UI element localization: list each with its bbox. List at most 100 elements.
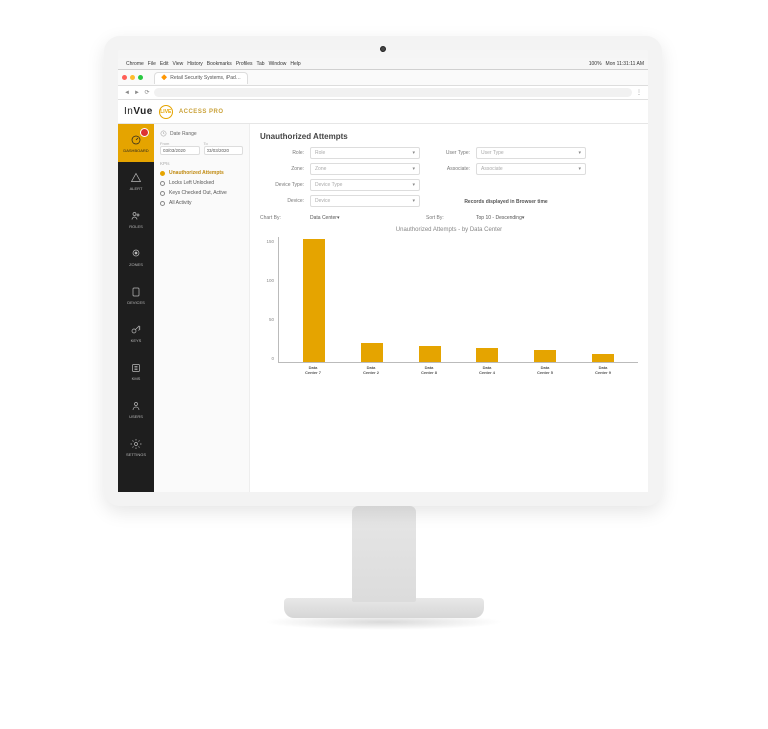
live-badge: LIVE xyxy=(159,105,173,119)
chevron-down-icon: ▾ xyxy=(412,150,415,156)
mac-menu-file[interactable]: File xyxy=(148,61,156,67)
chevron-down-icon: ▾ xyxy=(412,166,415,172)
key-icon xyxy=(130,324,142,336)
x-tick: Data Center 5 xyxy=(534,365,556,377)
mac-app-name[interactable]: Chrome xyxy=(126,61,144,67)
browser-menu-icon[interactable]: ⋮ xyxy=(636,90,642,96)
sidebar-item-dashboard[interactable]: DASHBOARD xyxy=(118,124,154,162)
kpi-unauthorized-attempts[interactable]: Unauthorized Attempts xyxy=(160,170,243,176)
associate-select[interactable]: Associate▾ xyxy=(476,163,586,175)
sidebar-item-alert[interactable]: ALERT xyxy=(118,162,154,200)
app-header: InVue LIVE ACCESS PRO xyxy=(118,100,648,124)
kpi-label: Keys Checked Out, Active xyxy=(169,190,227,196)
chart-by-label: Chart By: xyxy=(260,215,304,221)
associate-label: Associate: xyxy=(426,166,470,172)
to-date-input[interactable] xyxy=(204,146,244,155)
gear-icon xyxy=(130,438,142,450)
chevron-down-icon: ▾ xyxy=(412,198,415,204)
sidebar-item-label: ROLES xyxy=(129,224,143,229)
chevron-down-icon: ▾ xyxy=(412,182,415,188)
mac-menu-profiles[interactable]: Profiles xyxy=(236,61,253,67)
sort-by-select[interactable]: Top 10 - Descending▾ xyxy=(476,215,586,221)
chevron-down-icon: ▾ xyxy=(522,215,525,221)
users-icon xyxy=(130,400,142,412)
screen: Chrome File Edit View History Bookmarks … xyxy=(118,58,648,492)
role-label: Role: xyxy=(260,150,304,156)
dashboard-icon xyxy=(130,134,142,146)
app-body: DASHBOARD ALERT ROLES ZONES DEVICES xyxy=(118,124,648,492)
user-type-select[interactable]: User Type▾ xyxy=(476,147,586,159)
sidebar-item-users[interactable]: USERS xyxy=(118,390,154,428)
x-tick: Data Center 9 xyxy=(592,365,614,377)
zone-select[interactable]: Zone▾ xyxy=(310,163,420,175)
traffic-light-close[interactable] xyxy=(122,75,127,80)
chevron-down-icon: ▾ xyxy=(578,166,581,172)
sidebar-item-kms[interactable]: KMS xyxy=(118,352,154,390)
mac-menu-edit[interactable]: Edit xyxy=(160,61,169,67)
x-tick: Data Center 7 xyxy=(302,365,324,377)
chevron-down-icon: ▾ xyxy=(337,215,340,221)
kpi-locks-left-unlocked[interactable]: Locks Left Unlocked xyxy=(160,180,243,186)
x-axis: Data Center 7 Data Center 2 Data Center 8 D… xyxy=(278,365,638,377)
sidebar-item-roles[interactable]: ROLES xyxy=(118,200,154,238)
y-tick: 50 xyxy=(269,317,274,322)
sidebar-item-devices[interactable]: DEVICES xyxy=(118,276,154,314)
date-range-header: Date Range xyxy=(160,130,243,137)
y-tick: 0 xyxy=(271,356,274,361)
radio-icon xyxy=(160,171,165,176)
chart-bar[interactable] xyxy=(303,239,325,362)
mac-menu-bookmarks[interactable]: Bookmarks xyxy=(207,61,232,67)
x-tick: Data Center 4 xyxy=(476,365,498,377)
address-bar[interactable] xyxy=(154,88,632,97)
battery-indicator: 100% xyxy=(589,61,602,67)
chart-bar[interactable] xyxy=(534,350,556,363)
sidebar-item-label: SETTINGS xyxy=(126,452,146,457)
kpi-all-activity[interactable]: All Activity xyxy=(160,200,243,206)
alert-icon xyxy=(130,172,142,184)
nav-back-icon[interactable]: ◄ xyxy=(124,90,130,96)
kpi-label: Unauthorized Attempts xyxy=(169,170,224,176)
chart-plot-area xyxy=(278,237,638,363)
mac-menu-help[interactable]: Help xyxy=(290,61,300,67)
nav-reload-icon[interactable]: ⟳ xyxy=(144,90,150,96)
timezone-note: Records displayed in Browser time xyxy=(426,197,586,205)
filter-grid: Role: Role▾ User Type: User Type▾ Zone: … xyxy=(260,147,638,207)
sidebar-item-zones[interactable]: ZONES xyxy=(118,238,154,276)
mac-menu-window[interactable]: Window xyxy=(269,61,287,67)
device-type-select[interactable]: Device Type▾ xyxy=(310,179,420,191)
monitor-stand-neck xyxy=(352,506,416,602)
chart-bar[interactable] xyxy=(476,348,498,362)
chart-by-select[interactable]: Data Center▾ xyxy=(310,215,420,221)
traffic-light-minimize[interactable] xyxy=(130,75,135,80)
device-select[interactable]: Device▾ xyxy=(310,195,420,207)
mac-menu-view[interactable]: View xyxy=(172,61,183,67)
page-title: Unauthorized Attempts xyxy=(260,132,638,141)
mac-menu-tab[interactable]: Tab xyxy=(257,61,265,67)
x-tick: Data Center 8 xyxy=(418,365,440,377)
traffic-light-zoom[interactable] xyxy=(138,75,143,80)
chart-bar[interactable] xyxy=(361,343,383,362)
kpi-label: Locks Left Unlocked xyxy=(169,180,214,186)
from-date-input[interactable] xyxy=(160,146,200,155)
role-select[interactable]: Role▾ xyxy=(310,147,420,159)
sidebar-item-label: KEYS xyxy=(131,338,142,343)
nav-forward-icon[interactable]: ► xyxy=(134,90,140,96)
mac-menu-history[interactable]: History xyxy=(187,61,203,67)
clock: Mon 11:31:11 AM xyxy=(606,61,644,67)
mac-menubar: Chrome File Edit View History Bookmarks … xyxy=(118,58,648,70)
chart-bar[interactable] xyxy=(592,354,614,362)
sidebar-item-settings[interactable]: SETTINGS xyxy=(118,428,154,466)
sort-by-label: Sort By: xyxy=(426,215,470,221)
kpi-keys-checked-out[interactable]: Keys Checked Out, Active xyxy=(160,190,243,196)
radio-icon xyxy=(160,191,165,196)
sidebar-item-label: ZONES xyxy=(129,262,143,267)
browser-tab[interactable]: 🔶 Retail Security Systems, iPad… xyxy=(154,72,248,84)
chart-bar[interactable] xyxy=(419,346,441,362)
sidebar-item-keys[interactable]: KEYS xyxy=(118,314,154,352)
x-tick: Data Center 2 xyxy=(360,365,382,377)
kms-icon xyxy=(130,362,142,374)
radio-icon xyxy=(160,201,165,206)
clock-icon xyxy=(160,130,167,137)
y-tick: 150 xyxy=(266,239,274,244)
sidebar-item-label: DASHBOARD xyxy=(123,148,148,153)
